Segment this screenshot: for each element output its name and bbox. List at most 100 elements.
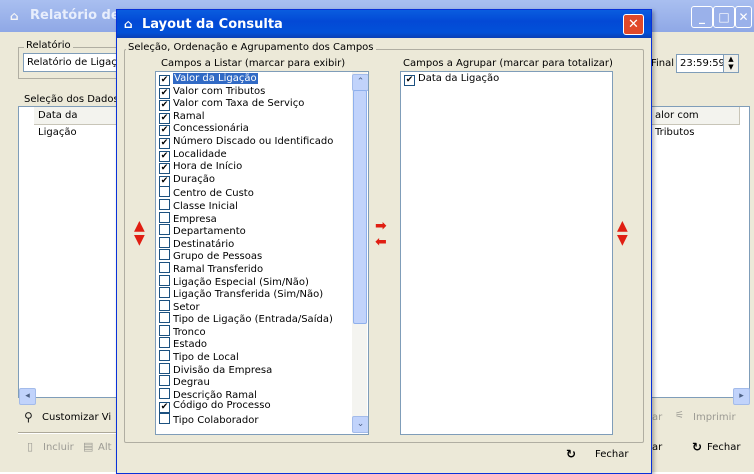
list-item-label: Grupo de Pessoas [173, 251, 263, 263]
list-item[interactable]: ✔ Concessionária [157, 123, 351, 137]
checkbox[interactable]: ✔ [159, 125, 170, 137]
list-item[interactable]: Estado [157, 337, 351, 350]
checkbox[interactable] [159, 350, 170, 362]
checkbox[interactable] [159, 236, 170, 248]
checkbox[interactable] [159, 362, 170, 374]
group-move-down-arrow-icon[interactable]: ▼ [617, 233, 628, 247]
minimize-button[interactable]: _ [691, 6, 713, 28]
list-item-label: Tipo Colaborador [173, 415, 259, 427]
list-vertical-scrollbar[interactable]: ⌃ ⌄ [352, 72, 368, 433]
scroll-up-arrow-icon[interactable]: ⌃ [352, 74, 368, 91]
alter-button[interactable]: Alt [98, 442, 112, 453]
list-item[interactable]: Tipo de Ligação (Entrada/Saída) [157, 312, 351, 325]
list-item[interactable]: Ramal Transferido [157, 261, 351, 275]
checkbox[interactable] [159, 413, 170, 425]
list-item[interactable]: Degrau [157, 375, 351, 388]
checkbox[interactable] [159, 375, 170, 387]
print-icon: ⚟ [675, 410, 684, 421]
time-spinner[interactable]: ▲ ▼ [723, 54, 739, 73]
include-button[interactable]: Incluir [43, 442, 74, 453]
background-close-button[interactable]: Fechar [707, 442, 740, 453]
list-item[interactable]: Tipo de Local [157, 350, 351, 363]
checkbox[interactable]: ✔ [159, 402, 170, 414]
refresh-icon: ↻ [692, 440, 703, 454]
list-item[interactable]: Tronco [157, 324, 351, 338]
add-to-group-arrow-icon[interactable]: ➡ [375, 219, 387, 233]
grid-header-data[interactable]: Data da Ligação [34, 107, 117, 138]
include-icon: ▯ [27, 440, 34, 453]
checkbox[interactable] [159, 261, 170, 273]
list-item-label: Ligação Transferida (Sim/Não) [173, 289, 324, 301]
list-item[interactable]: Centro de Custo [157, 186, 351, 199]
checkbox[interactable] [159, 211, 170, 223]
checkbox[interactable] [159, 299, 170, 311]
list-item[interactable]: Destinatário [157, 236, 351, 250]
checkbox[interactable] [159, 249, 170, 261]
checkbox[interactable] [159, 324, 170, 336]
list-item[interactable]: ✔ Hora de Início [157, 161, 351, 175]
final-time-input[interactable]: 23:59:59 [676, 54, 727, 73]
grid-header-valor[interactable]: alor com Tributos [651, 107, 740, 138]
checkbox[interactable]: ✔ [159, 137, 170, 149]
close-button[interactable]: Fechar [595, 449, 628, 460]
list-item[interactable]: ✔ Valor com Taxa de Serviço [157, 98, 351, 112]
checkbox[interactable] [159, 186, 170, 198]
checkbox[interactable]: ✔ [159, 163, 170, 175]
list-item-label: Valor com Tributos [173, 85, 266, 97]
dialog-close-icon[interactable]: ✕ [623, 14, 644, 35]
remove-from-group-arrow-icon[interactable]: ⬅ [375, 235, 387, 249]
scroll-down-arrow-icon[interactable]: ⌄ [352, 416, 368, 433]
move-up-arrow-icon[interactable]: ▲ [134, 219, 145, 233]
checkbox[interactable]: ✔ [159, 175, 170, 187]
scroll-thumb[interactable] [353, 90, 367, 324]
move-down-arrow-icon[interactable]: ▼ [134, 233, 145, 247]
checkbox[interactable]: ✔ [159, 75, 170, 86]
checkbox[interactable] [159, 287, 170, 299]
list-item[interactable]: ✔ Valor da Ligação [157, 73, 351, 86]
layout-dialog: ⌂ Layout da Consulta ✕ Seleção, Ordenaçã… [116, 9, 652, 474]
binoculars-icon: ⚲ [24, 410, 33, 424]
list-item[interactable]: ✔ Duração [157, 174, 351, 187]
list-item[interactable]: ✔ Código do Processo [157, 400, 351, 414]
list-item[interactable]: Tipo Colaborador [157, 413, 351, 426]
checkbox[interactable]: ✔ [404, 75, 415, 86]
list-item[interactable]: Ligação Transferida (Sim/Não) [157, 287, 351, 300]
list-item[interactable]: Setor [157, 299, 351, 313]
list-item[interactable]: ✔ Valor com Tributos [157, 86, 351, 99]
alter-icon: ▤ [83, 440, 94, 453]
customize-view-button[interactable]: Customizar Vi [42, 412, 111, 423]
checkbox[interactable] [159, 274, 170, 286]
checkbox[interactable]: ✔ [159, 112, 170, 124]
list-item[interactable]: Classe Inicial [157, 198, 351, 212]
print-button[interactable]: Imprimir [693, 412, 736, 423]
list-item[interactable]: Grupo de Pessoas [157, 249, 351, 262]
checkbox[interactable] [159, 337, 170, 349]
close-button-background[interactable]: ✕ [735, 6, 752, 28]
list-item[interactable]: ✔ Data da Ligação [402, 73, 602, 86]
scroll-right-arrow-icon[interactable]: ▸ [733, 388, 750, 405]
selection-tab[interactable]: Seleção dos Dados [24, 94, 119, 105]
checkbox[interactable]: ✔ [159, 87, 170, 99]
maximize-button[interactable]: □ [713, 6, 735, 28]
data-grid-right: alor com Tributos [650, 106, 750, 398]
list-item[interactable]: ✔ Número Discado ou Identificado [157, 136, 351, 149]
checkbox[interactable] [159, 224, 170, 236]
report-select[interactable]: Relatório de Ligaçõ [23, 53, 120, 72]
list-fields-box: ✔ Valor da Ligação ✔ Valor com Tributos ✔ Val… [155, 71, 369, 435]
report-group-label: Relatório [24, 40, 73, 51]
list-item[interactable]: ✔ Ramal [157, 111, 351, 124]
checkbox[interactable]: ✔ [159, 100, 170, 112]
list-item[interactable]: ✔ Localidade [157, 149, 351, 162]
group-move-up-arrow-icon[interactable]: ▲ [617, 219, 628, 233]
scroll-left-arrow-icon[interactable]: ◂ [19, 388, 36, 405]
list-item-label: Número Discado ou Identificado [173, 135, 334, 147]
list-item[interactable]: Divisão da Empresa [157, 362, 351, 376]
checkbox[interactable] [159, 198, 170, 210]
list-item[interactable]: Ligação Especial (Sim/Não) [157, 274, 351, 288]
checkbox[interactable]: ✔ [159, 150, 170, 162]
list-item[interactable]: Empresa [157, 211, 351, 225]
list-item[interactable]: Descrição Ramal [157, 387, 351, 401]
list-item[interactable]: Departamento [157, 224, 351, 237]
checkbox[interactable] [159, 312, 170, 324]
checkbox[interactable] [159, 387, 170, 399]
